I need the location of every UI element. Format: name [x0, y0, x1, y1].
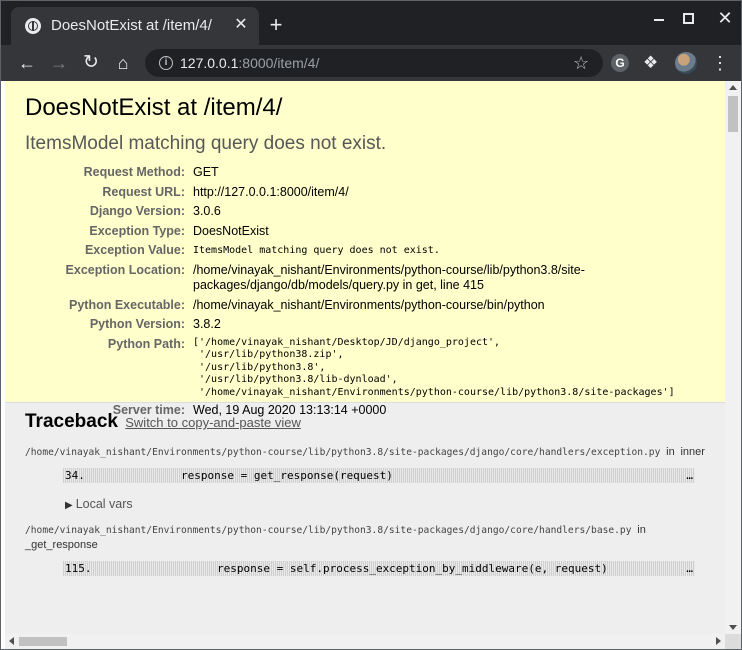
meta-value: ItemsModel matching query does not exist…	[193, 245, 440, 256]
meta-row-request-url: Request URL: http://127.0.0.1:8000/item/4…	[25, 183, 705, 203]
meta-label: Python Path:	[107, 336, 185, 351]
code-line: response = get_response(request)	[181, 469, 393, 482]
request-meta-table: Request Method: GET Request URL: http://12…	[25, 163, 705, 421]
meta-row-request-method: Request Method: GET	[25, 163, 705, 183]
meta-row-python-path: Python Path: ['/home/vinayak_nishant/Desk…	[25, 335, 705, 402]
scrollbar-corner	[725, 634, 741, 649]
reload-icon[interactable]: ↻	[79, 51, 103, 75]
local-vars-toggle[interactable]: ▶ Local vars	[65, 497, 705, 511]
frame-file: /home/vinayak_nishant/Environments/pytho…	[25, 525, 632, 536]
meta-label: Python Executable:	[69, 297, 185, 312]
meta-label: Python Version:	[89, 317, 185, 331]
scroll-up-icon[interactable]	[729, 85, 737, 90]
meta-value: /home/vinayak_nishant/Environments/pytho…	[193, 262, 585, 293]
traceback-section: Traceback Switch to copy-and-paste view …	[5, 403, 725, 598]
maximize-button[interactable]	[683, 13, 694, 24]
meta-label: Exception Value:	[84, 243, 185, 257]
tab-strip: DoesNotExist at /item/4/ ✕ + ✕	[1, 1, 741, 45]
meta-label: Exception Location:	[65, 262, 185, 277]
meta-value: 3.0.6	[193, 204, 221, 218]
meta-row-python-version: Python Version: 3.8.2	[25, 315, 705, 335]
meta-label: Request URL:	[102, 184, 185, 199]
exception-value-heading: ItemsModel matching query does not exist…	[25, 133, 387, 154]
horizontal-scroll-thumb[interactable]	[19, 637, 67, 646]
meta-label: Exception Type:	[89, 223, 185, 238]
globe-icon	[25, 18, 41, 34]
scroll-left-icon[interactable]	[9, 637, 14, 645]
meta-value: GET	[193, 165, 219, 179]
meta-value: DoesNotExist	[193, 223, 269, 238]
copy-paste-view-link[interactable]: Switch to copy-and-paste view	[125, 415, 301, 430]
meta-row-python-executable: Python Executable: /home/vinayak_nishant/…	[25, 296, 705, 316]
frame-in: in	[666, 446, 675, 458]
meta-row-django-version: Django Version: 3.0.6	[25, 202, 705, 222]
error-title: DoesNotExist at /item/4/	[25, 94, 283, 121]
meta-value: /home/vinayak_nishant/Environments/pytho…	[193, 297, 545, 312]
url-text[interactable]: 127.0.0.1:8000/item/4/	[180, 55, 319, 71]
triangle-right-icon: ▶	[65, 500, 73, 511]
back-arrow-icon[interactable]: ←	[15, 51, 39, 75]
meta-value: 3.8.2	[193, 317, 221, 331]
horizontal-scrollbar[interactable]	[5, 634, 725, 649]
vertical-scrollbar[interactable]	[725, 81, 741, 634]
kebab-menu-icon[interactable]: ⋮	[711, 51, 729, 75]
address-bar[interactable]: i 127.0.0.1:8000/item/4/ ☆	[145, 49, 603, 77]
forward-arrow-icon[interactable]: →	[47, 51, 71, 75]
new-tab-button[interactable]: +	[264, 14, 288, 38]
error-summary: DoesNotExist at /item/4/ ItemsModel matc…	[5, 81, 725, 417]
browser-window: DoesNotExist at /item/4/ ✕ + ✕ ← → ↻ ⌂ i…	[0, 0, 742, 650]
active-tab[interactable]: DoesNotExist at /item/4/ ✕	[11, 7, 259, 45]
meta-row-exception-location: Exception Location: /home/vinayak_nishant…	[25, 261, 705, 296]
expand-ellipsis[interactable]: …	[686, 468, 693, 483]
profile-avatar[interactable]	[675, 52, 697, 74]
frame-file: /home/vinayak_nishant/Environments/pytho…	[25, 447, 661, 458]
browser-toolbar: ← → ↻ ⌂ i 127.0.0.1:8000/item/4/ ☆ G ❖ ⋮	[1, 45, 741, 81]
frame-in: in	[637, 524, 646, 536]
scroll-down-icon[interactable]	[729, 625, 737, 630]
line-number: 115.	[65, 562, 92, 575]
local-vars-label: Local vars	[75, 497, 133, 511]
code-line: response = self.process_exception_by_mid…	[217, 562, 608, 575]
frame-function: inner	[680, 446, 705, 458]
home-icon[interactable]: ⌂	[111, 51, 135, 75]
page-content: DoesNotExist at /item/4/ ItemsModel matc…	[5, 81, 725, 634]
info-icon[interactable]: i	[159, 56, 173, 70]
close-icon[interactable]: ✕	[231, 15, 251, 35]
frame-file-path: /home/vinayak_nishant/Environments/pytho…	[25, 523, 705, 553]
frame-function: _get_response	[25, 539, 98, 551]
star-icon[interactable]: ☆	[573, 52, 589, 74]
tab-title: DoesNotExist at /item/4/	[51, 17, 212, 34]
extensions-puzzle-icon[interactable]: ❖	[643, 51, 658, 75]
vertical-scroll-thumb[interactable]	[728, 96, 738, 132]
meta-value: ['/home/vinayak_nishant/Desktop/JD/djang…	[193, 336, 675, 398]
minimize-button[interactable]	[651, 11, 669, 27]
meta-row-exception-value: Exception Value: ItemsModel matching quer…	[25, 241, 705, 261]
traceback-title: Traceback	[25, 411, 118, 432]
meta-label: Request Method:	[83, 165, 185, 179]
context-line[interactable]: 34. response = get_response(request) …	[63, 468, 695, 483]
meta-value: http://127.0.0.1:8000/item/4/	[193, 184, 349, 199]
window-close-button[interactable]: ✕	[715, 8, 735, 28]
meta-row-exception-type: Exception Type: DoesNotExist	[25, 222, 705, 242]
expand-ellipsis[interactable]: …	[686, 561, 693, 576]
meta-label: Django Version:	[89, 204, 185, 218]
google-extension-icon[interactable]: G	[611, 54, 629, 72]
context-line[interactable]: 115. response = self.process_exception_b…	[63, 561, 695, 576]
frame-file-path: /home/vinayak_nishant/Environments/pytho…	[25, 445, 705, 460]
scroll-right-icon[interactable]	[716, 637, 721, 645]
line-number: 34.	[65, 469, 85, 482]
